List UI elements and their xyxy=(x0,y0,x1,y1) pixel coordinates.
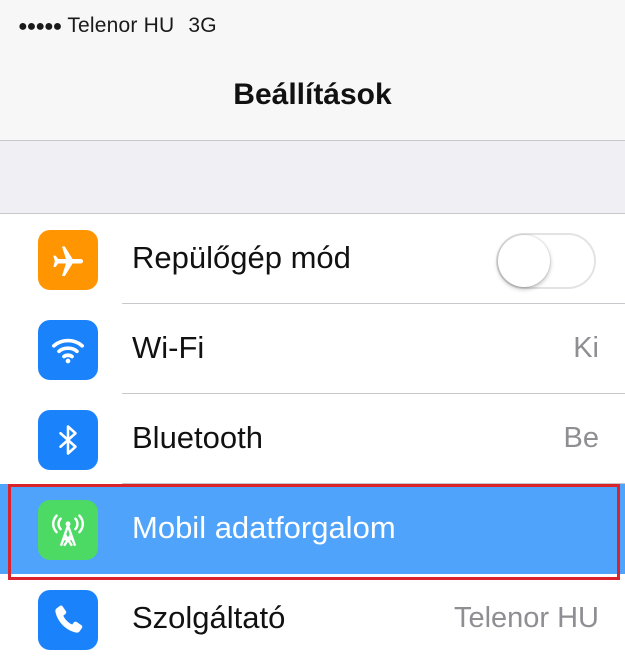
settings-row-airplane-mode[interactable]: Repülőgép mód xyxy=(0,214,625,304)
wifi-icon xyxy=(38,320,98,380)
settings-row-value: Ki xyxy=(573,332,599,364)
settings-row-bluetooth[interactable]: Bluetooth Be xyxy=(0,394,625,484)
carrier-name: Telenor HU xyxy=(67,14,175,37)
settings-row-label: Szolgáltató xyxy=(132,600,286,635)
settings-row-label: Repülőgép mód xyxy=(132,240,351,275)
settings-row-carrier[interactable]: Szolgáltató Telenor HU xyxy=(0,574,625,664)
highlight-annotation-frame xyxy=(8,484,620,580)
toggle-knob xyxy=(498,235,550,287)
settings-row-value: Be xyxy=(563,422,599,454)
settings-row-wifi[interactable]: Wi-Fi Ki xyxy=(0,304,625,394)
bluetooth-icon xyxy=(38,410,98,470)
airplane-icon xyxy=(38,230,98,290)
page-title: Beállítások xyxy=(233,78,392,111)
settings-row-label: Wi-Fi xyxy=(132,330,205,365)
settings-list: Repülőgép mód Wi-Fi Ki Bluetooth Be Mobi… xyxy=(0,214,625,664)
phone-icon xyxy=(38,590,98,650)
status-bar: ●●●●● Telenor HU 3G xyxy=(0,0,625,60)
airplane-mode-toggle[interactable] xyxy=(496,233,596,289)
section-spacer xyxy=(0,141,625,214)
settings-row-label: Bluetooth xyxy=(132,420,263,455)
network-type: 3G xyxy=(188,14,217,37)
navigation-bar: Beállítások xyxy=(0,60,625,141)
settings-row-value: Telenor HU xyxy=(453,602,599,634)
status-text: ●●●●● Telenor HU 3G xyxy=(18,14,217,38)
signal-strength-icon: ●●●●● xyxy=(18,18,62,35)
